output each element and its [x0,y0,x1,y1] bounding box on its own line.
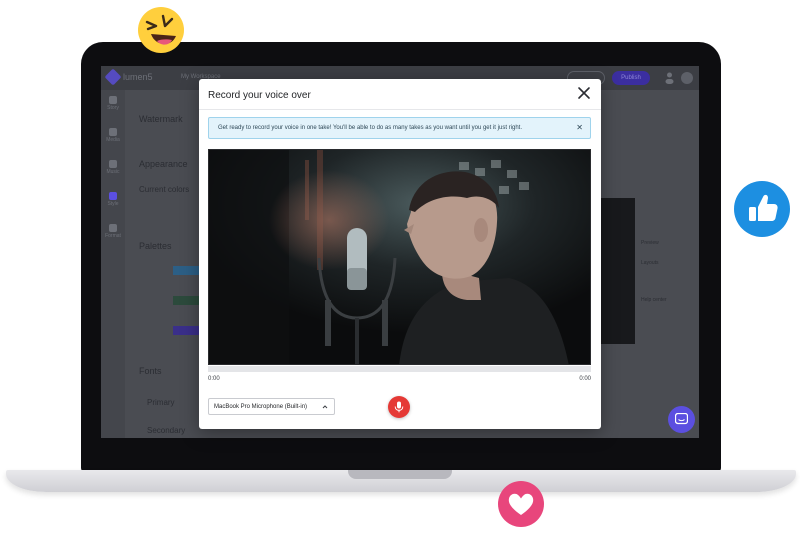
marketing-stage: lumen5 My Workspace Publish Story Media … [0,0,800,533]
modal-divider [199,109,601,110]
chat-support-button[interactable] [668,406,695,433]
primary-font-label: Primary [147,398,175,407]
story-icon [109,96,117,104]
record-voiceover-modal: Record your voice over Get ready to reco… [199,79,601,429]
info-notice: Get ready to record your voice in one ta… [208,117,591,139]
singer-video-frame [209,150,590,364]
modal-title: Record your voice over [208,90,311,101]
record-button[interactable] [388,396,410,418]
laughing-emoji-icon [138,7,184,53]
sidebar-item-label: Music [106,169,120,175]
microphone-select[interactable]: MacBook Pro Microphone (Built-in) [208,398,335,415]
sidebar-item-label: Style [107,201,119,207]
close-icon[interactable] [576,85,592,101]
thumbs-up-icon [734,181,790,237]
palette-swatch[interactable] [173,266,199,275]
video-preview[interactable] [208,149,591,365]
appearance-label: Appearance [139,159,188,169]
palettes-label: Palettes [139,241,172,251]
sidebar-item-label: Story [107,105,119,111]
style-icon [109,192,117,200]
total-time: 0:00 [579,376,591,382]
microphone-select-value: MacBook Pro Microphone (Built-in) [214,404,308,410]
chevron-up-icon [322,405,328,409]
app-brand: lumen5 [123,72,153,82]
current-time: 0:00 [208,376,220,382]
logo-icon [104,68,122,86]
sidebar-item-music[interactable]: Music [104,160,122,175]
sidebar-item-label: Media [106,137,120,143]
media-icon [109,128,117,136]
notice-close-icon[interactable]: ✕ [576,123,583,132]
music-icon [109,160,117,168]
sidebar-item-label: Format [105,233,121,239]
right-option-preview[interactable]: Preview [641,240,659,246]
sidebar-item-format[interactable]: Format [104,224,122,239]
palette-swatch[interactable] [173,296,199,305]
format-icon [109,224,117,232]
notice-text: Get ready to record your voice in one ta… [218,125,522,131]
chat-icon [675,413,688,425]
fonts-label: Fonts [139,366,162,376]
sidebar-item-media[interactable]: Media [104,128,122,143]
playback-progress[interactable] [208,366,591,372]
current-colors-label: Current colors [139,185,190,194]
heart-icon [498,481,544,527]
watermark-label: Watermark [139,114,183,124]
microphone-icon [394,401,404,413]
secondary-font-label: Secondary [147,426,186,435]
publish-button[interactable]: Publish [612,71,650,85]
sidebar-item-style[interactable]: Style [104,192,122,207]
laptop-notch [348,470,452,479]
sidebar-item-story[interactable]: Story [104,96,122,111]
scene-preview[interactable] [599,198,635,344]
app-sidebar: Story Media Music Style Format [101,90,125,438]
palette-swatch[interactable] [173,326,199,335]
right-option-help[interactable]: Help center [641,297,667,303]
avatar[interactable] [681,72,693,84]
user-icon[interactable] [665,72,674,84]
right-option-layouts[interactable]: Layouts [641,260,659,266]
